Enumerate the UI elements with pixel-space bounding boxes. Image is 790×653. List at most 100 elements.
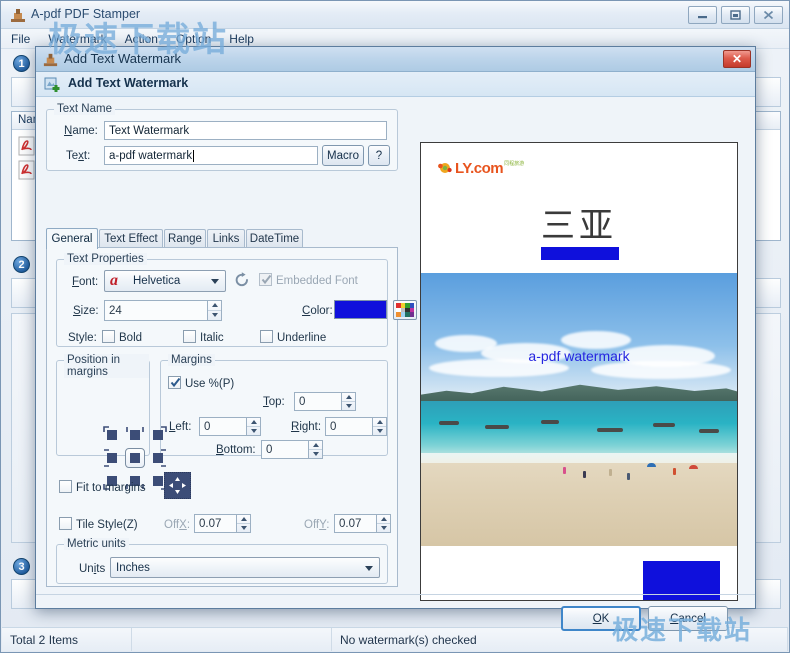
offx-input[interactable]: 0.07 (194, 514, 237, 533)
size-stepper-down[interactable] (208, 311, 221, 321)
tab-strip: General Text Effect Range Links DateTime (46, 228, 398, 249)
bold-label: Bold (119, 332, 143, 344)
four-direction-arrows-icon[interactable] (164, 472, 191, 499)
fit-to-margins-checkbox[interactable] (59, 480, 72, 493)
status-middle (132, 628, 332, 651)
chevron-down-icon (365, 565, 373, 571)
tile-style-checkbox[interactable] (59, 517, 72, 530)
menu-file[interactable]: File (11, 32, 30, 46)
offy-stepper[interactable] (377, 514, 391, 533)
metric-units-group-label: Metric units (64, 538, 129, 550)
bold-checkbox[interactable] (102, 330, 115, 343)
offy-stepper-up[interactable] (377, 515, 390, 524)
help-button[interactable]: ? (368, 145, 390, 166)
top-stepper-down[interactable] (342, 402, 355, 411)
photo-person (583, 471, 586, 478)
cancel-button[interactable]: Cancel (648, 606, 728, 631)
position-cell-top-left[interactable] (102, 425, 122, 445)
left-margin-input[interactable]: 0 (199, 417, 247, 436)
size-stepper-up[interactable] (208, 301, 221, 311)
units-select-value: Inches (116, 561, 150, 574)
tab-links[interactable]: Links (207, 229, 245, 248)
position-cell-top-right[interactable] (148, 425, 168, 445)
right-stepper-down[interactable] (373, 427, 386, 436)
position-cell-middle-right[interactable] (148, 448, 168, 468)
close-icon[interactable] (754, 6, 783, 24)
offx-stepper-up[interactable] (237, 515, 250, 524)
top-stepper-up[interactable] (342, 393, 355, 402)
right-stepper-up[interactable] (373, 418, 386, 427)
underline-checkbox[interactable] (260, 330, 273, 343)
menu-option[interactable]: Option (176, 32, 211, 46)
offy-input[interactable]: 0.07 (334, 514, 377, 533)
bottom-stepper-up[interactable] (309, 441, 322, 450)
tab-general[interactable]: General (46, 228, 98, 249)
font-select-value: Helvetica (133, 275, 181, 287)
footer-divider (36, 594, 755, 595)
window-controls (688, 6, 783, 24)
units-label: Units (79, 563, 106, 575)
top-margin-input[interactable]: 0 (294, 392, 342, 411)
left-margin-stepper[interactable] (247, 417, 261, 436)
dialog-close-button[interactable]: ✕ (723, 50, 751, 68)
margins-group-label: Margins (168, 354, 215, 366)
preview-watermark-text: a-pdf watermark (528, 348, 630, 364)
watermark-preview[interactable]: LY.com 同程旅游 三亚 a-pdf watermark (420, 142, 738, 601)
right-margin-input[interactable]: 0 (325, 417, 373, 436)
position-marker-selected (130, 453, 140, 463)
tab-text-effect[interactable]: Text Effect (99, 229, 163, 248)
use-percent-checkbox[interactable] (168, 376, 181, 389)
position-marker (153, 430, 163, 440)
offx-stepper[interactable] (237, 514, 251, 533)
use-percent-label: Use %(P) (185, 378, 235, 390)
text-input[interactable]: a-pdf watermark (104, 146, 318, 165)
refresh-icon[interactable] (233, 271, 251, 292)
bottom-stepper-down[interactable] (309, 450, 322, 459)
photo-person (609, 469, 612, 476)
position-cell-middle-left[interactable] (102, 448, 122, 468)
tab-range[interactable]: Range (164, 229, 206, 248)
stamp-icon (42, 51, 59, 68)
font-select[interactable]: a Helvetica (104, 270, 226, 292)
size-stepper[interactable] (208, 300, 222, 321)
right-margin-stepper[interactable] (373, 417, 387, 436)
offx-stepper-down[interactable] (237, 524, 250, 533)
maximize-icon[interactable] (721, 6, 750, 24)
font-label: Font: (72, 276, 99, 288)
minimize-icon[interactable] (688, 6, 717, 24)
units-select[interactable]: Inches (110, 557, 380, 578)
main-window-title: A-pdf PDF Stamper (31, 7, 141, 21)
position-cell-middle-center[interactable] (125, 448, 145, 468)
font-a-icon: a (110, 272, 118, 289)
color-palette-icon[interactable] (393, 300, 417, 320)
logo-text: LY.com (455, 159, 504, 177)
tab-datetime[interactable]: DateTime (246, 229, 303, 248)
color-swatch[interactable] (334, 300, 387, 319)
ok-button[interactable]: OK (561, 606, 641, 631)
text-name-group-label: Text Name (54, 103, 115, 115)
preview-heading-cn: 三亚 (541, 206, 617, 246)
top-margin-stepper[interactable] (342, 392, 356, 411)
left-stepper-up[interactable] (247, 418, 260, 427)
palette-grid (396, 303, 414, 317)
menu-action[interactable]: Action (125, 32, 158, 46)
status-total-items: Total 2 Items (2, 628, 132, 651)
menu-help[interactable]: Help (229, 32, 254, 46)
embedded-font-checkbox[interactable] (259, 273, 272, 286)
macro-button[interactable]: Macro (322, 145, 364, 166)
name-input[interactable]: Text Watermark (104, 121, 387, 140)
embedded-font-label: Embedded Font (276, 275, 358, 287)
size-input[interactable]: 24 (104, 300, 208, 321)
menu-watermark[interactable]: Watermark (48, 32, 106, 46)
italic-checkbox[interactable] (183, 330, 196, 343)
check-icon (261, 273, 272, 286)
right-margin-label: Right: (291, 421, 322, 433)
left-stepper-down[interactable] (247, 427, 260, 436)
top-margin-label: Top: (263, 396, 285, 408)
position-marker (153, 476, 163, 486)
position-cell-top-center[interactable] (125, 425, 145, 445)
position-marker (130, 430, 140, 440)
bottom-margin-stepper[interactable] (309, 440, 323, 459)
offy-stepper-down[interactable] (377, 524, 390, 533)
bottom-margin-input[interactable]: 0 (261, 440, 309, 459)
